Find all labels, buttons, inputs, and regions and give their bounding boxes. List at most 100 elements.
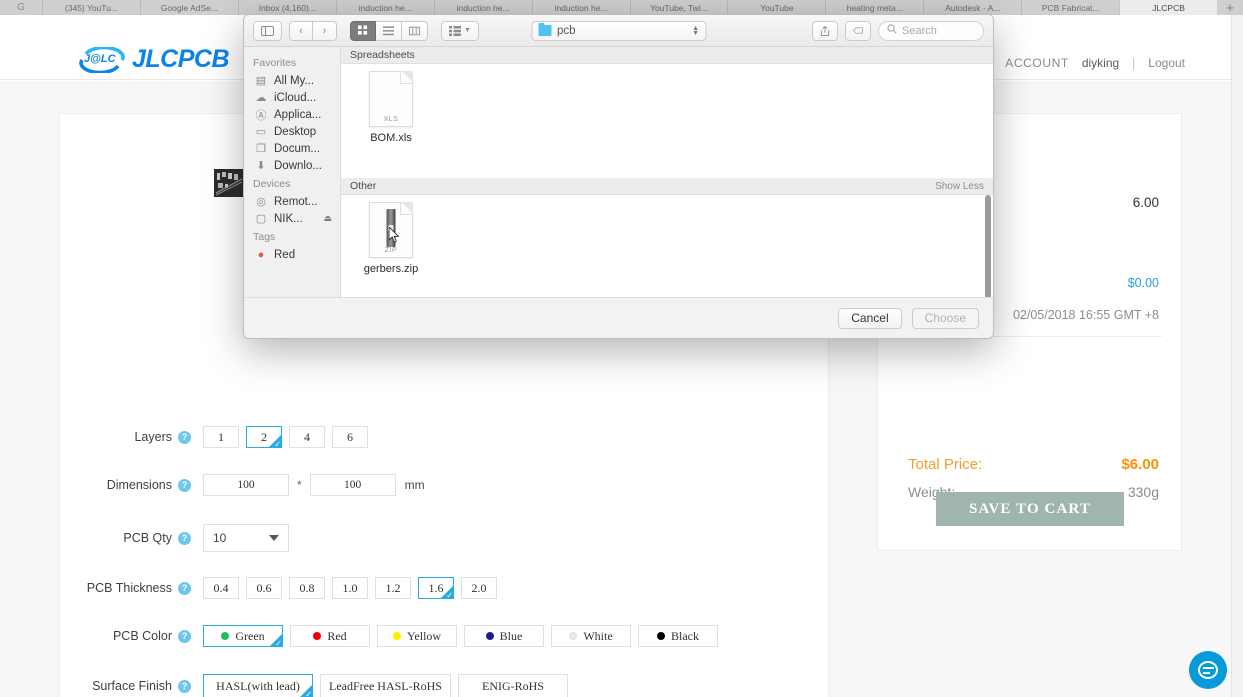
grid-view-icon[interactable] xyxy=(350,20,376,41)
color-swatch-icon xyxy=(569,632,578,640)
arrange-by-button[interactable]: ▼ xyxy=(441,20,479,41)
browser-tab[interactable]: Autodesk - A... xyxy=(923,0,1022,15)
option-button[interactable]: 2 xyxy=(246,426,282,449)
stepper-updown-icon[interactable]: ▲ ▼ xyxy=(692,25,699,37)
browser-tab[interactable]: induction he... xyxy=(335,0,434,15)
search-input[interactable]: Search xyxy=(878,20,984,41)
help-icon[interactable]: ? xyxy=(178,679,191,693)
help-icon[interactable]: ? xyxy=(178,629,191,643)
option-button[interactable]: White xyxy=(551,625,631,647)
share-icon[interactable] xyxy=(812,20,838,41)
browser-tab[interactable]: PCB Fabricat... xyxy=(1021,0,1120,15)
browser-tab[interactable]: YouTube xyxy=(727,0,826,15)
browser-tab[interactable]: heating meta... xyxy=(825,0,924,15)
option-button[interactable]: Red xyxy=(290,625,370,647)
google-g-icon[interactable]: G xyxy=(0,0,42,15)
browser-tab[interactable]: (345) YouTu... xyxy=(42,0,140,15)
option-button[interactable]: HASL(with lead) xyxy=(203,674,313,697)
dialog-footer: Cancel Choose xyxy=(244,297,993,338)
sidebar-item-label: Downlo... xyxy=(274,159,322,172)
path-folder-button[interactable]: pcb ▲ ▼ xyxy=(531,20,706,41)
sidebar-item[interactable]: ❐ Docum... xyxy=(244,140,340,157)
option-button[interactable]: 4 xyxy=(289,426,325,448)
sidebar-item[interactable]: ▭ Desktop xyxy=(244,123,340,140)
help-icon[interactable]: ? xyxy=(178,531,191,545)
option-button[interactable]: 1 xyxy=(203,426,239,448)
price-value-top: 6.00 xyxy=(1132,195,1159,210)
file-name-label: BOM.xls xyxy=(370,132,412,144)
option-button[interactable]: 0.8 xyxy=(289,577,325,599)
sidebar-item[interactable]: ▢ NIK... ⏏ xyxy=(244,210,340,227)
browser-tab[interactable]: YouTube, Twi... xyxy=(629,0,728,15)
option-button[interactable]: 0.6 xyxy=(246,577,282,599)
file-type-label: ZIP xyxy=(384,247,398,254)
cancel-button[interactable]: Cancel xyxy=(838,307,902,329)
weight-value: 330g xyxy=(1127,484,1159,500)
option-button[interactable]: 1.2 xyxy=(375,577,411,599)
chevron-right-icon[interactable]: › xyxy=(313,20,337,41)
help-icon[interactable]: ? xyxy=(178,478,191,492)
username-label[interactable]: diyking xyxy=(1082,56,1119,70)
option-button[interactable]: Black xyxy=(638,625,718,647)
red-tag-icon: ● xyxy=(257,248,265,261)
sidebar-toggle-icon[interactable] xyxy=(253,20,282,41)
file-item[interactable]: XLS BOM.xls xyxy=(351,71,431,144)
chevron-left-icon[interactable]: ‹ xyxy=(289,20,313,41)
sidebar-item[interactable]: ▤ All My... xyxy=(244,72,340,89)
dimension-width-input[interactable]: 100 xyxy=(203,474,289,496)
new-tab-button[interactable]: + xyxy=(1217,0,1243,15)
option-button[interactable]: 6 xyxy=(332,426,368,448)
sidebar-item[interactable]: ● Red xyxy=(244,246,340,263)
option-button[interactable]: 1.0 xyxy=(332,577,368,599)
show-less-link[interactable]: Show Less xyxy=(935,181,984,192)
header-account-area: ACCOUNT diyking | Logout xyxy=(1005,56,1185,70)
option-button[interactable]: 0.4 xyxy=(203,577,239,599)
sidebar-item[interactable]: ☁ iCloud... xyxy=(244,89,340,106)
option-button[interactable]: ENIG-RoHS xyxy=(457,674,568,697)
choose-button[interactable]: Choose xyxy=(911,307,979,329)
all-my-files-icon: ▤ xyxy=(255,75,267,87)
option-button[interactable]: Green xyxy=(203,625,283,648)
external-drive-icon: ▢ xyxy=(255,213,267,225)
chat-bubble-icon[interactable] xyxy=(1189,651,1227,689)
color-swatch-icon xyxy=(485,632,494,640)
option-button[interactable]: Blue xyxy=(464,625,544,647)
jlcpcb-logo[interactable]: J@LC JLCPCB xyxy=(78,45,230,74)
save-to-cart-button[interactable]: SAVE TO CART xyxy=(936,492,1124,526)
option-button[interactable]: Yellow xyxy=(377,625,457,647)
option-button[interactable]: 2.0 xyxy=(461,577,497,599)
file-group-header: Spreadsheets xyxy=(341,47,993,64)
pcb-preview-thumbnail[interactable] xyxy=(214,169,244,197)
jlc-logo-mark: J@LC xyxy=(78,45,126,74)
logout-link[interactable]: Logout xyxy=(1148,56,1185,70)
browser-tab[interactable]: Google AdSe... xyxy=(139,0,238,15)
file-picker-dialog: ‹ › ▼ pcb ▲ ▼ Search Favorites ▤ All My.… xyxy=(243,14,994,339)
sidebar-item-label: Docum... xyxy=(274,142,321,155)
form-row-pcb-color: PCB Color? Green Red Yellow Blue White Black xyxy=(60,625,725,648)
pcb-qty-select[interactable]: 10 xyxy=(203,524,289,552)
eject-icon[interactable]: ⏏ xyxy=(323,213,332,224)
option-button[interactable]: 1.6 xyxy=(418,577,454,600)
help-icon[interactable]: ? xyxy=(178,430,191,444)
account-link[interactable]: ACCOUNT xyxy=(1005,56,1069,70)
tag-icon[interactable] xyxy=(845,20,871,41)
option-label: Red xyxy=(327,628,347,643)
sidebar-item[interactable]: ⬇ Downlo... xyxy=(244,157,340,174)
help-icon[interactable]: ? xyxy=(178,581,191,595)
browser-tab[interactable]: induction he... xyxy=(531,0,630,15)
dialog-toolbar-right: Search xyxy=(812,20,984,41)
dialog-scrollbar[interactable] xyxy=(985,195,991,297)
browser-tab[interactable]: JLCPCB xyxy=(1119,0,1218,15)
dimension-separator: * xyxy=(297,478,302,492)
sidebar-item[interactable]: ◎ Remot... xyxy=(244,193,340,210)
total-price-value: $6.00 xyxy=(1121,456,1159,473)
option-button[interactable]: LeadFree HASL-RoHS xyxy=(320,674,451,697)
dimension-height-input[interactable]: 100 xyxy=(309,474,396,496)
browser-tab[interactable]: induction he... xyxy=(433,0,532,15)
list-view-icon[interactable] xyxy=(376,20,402,41)
jlcpcb-logo-text: JLCPCB xyxy=(132,45,230,73)
column-view-icon[interactable] xyxy=(402,20,428,41)
browser-tab[interactable]: Inbox (4,160)... xyxy=(237,0,336,15)
documents-icon: ❐ xyxy=(256,143,266,155)
sidebar-item[interactable]: Ⓐ Applica... xyxy=(244,106,340,123)
